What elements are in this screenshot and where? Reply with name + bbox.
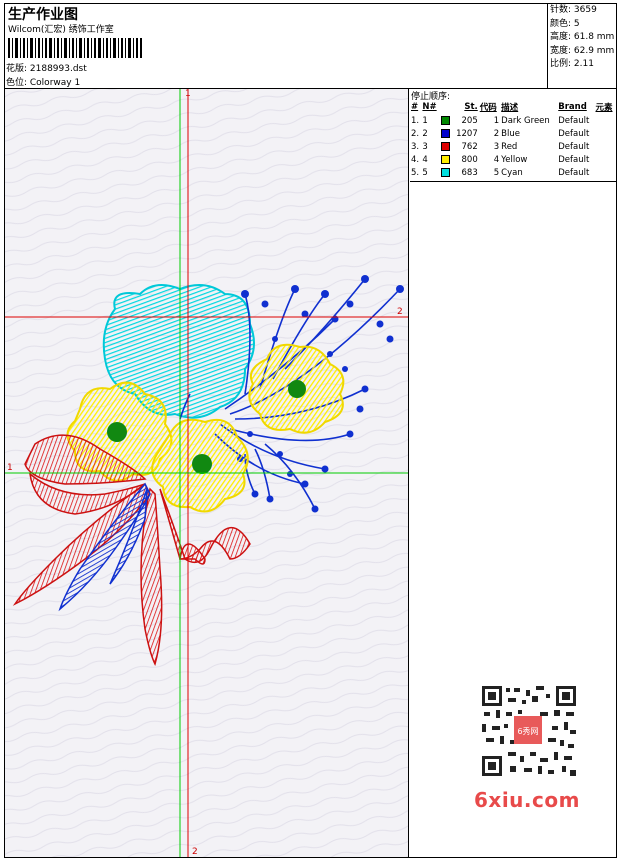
stop-sequence-box: 停止顺序: # N# St. 代码 描述 Brand 元素 1. 1 205 1 Dar… [410, 89, 616, 182]
pattern-name: 花版: 2188993.dst [6, 64, 87, 74]
color-swatch [440, 154, 450, 164]
col-swatch [440, 100, 452, 114]
row-brand: Default [558, 154, 590, 165]
company-name: Wilcom(汇宏) 绣饰工作室 [8, 25, 114, 35]
row-needle: 2 [422, 128, 428, 139]
row-swatch [440, 140, 452, 153]
row-needle: 3 [422, 141, 428, 152]
stats-panel: 针数: 3659 颜色: 5 高度: 61.8 mm 宽度: 62.9 mm 比… [547, 3, 616, 88]
row-description: Cyan [501, 167, 523, 178]
row-code: 1 [493, 115, 500, 126]
col-needle: N# [422, 102, 437, 112]
col-code: 代码 [479, 103, 497, 113]
row-brand: Default [558, 128, 590, 139]
row-description: Yellow [501, 154, 528, 165]
page-title: 生产作业图 [8, 7, 78, 23]
qr-badge-text: 6秀网 [517, 726, 538, 736]
col-index: # [411, 102, 419, 112]
row-element [595, 166, 617, 179]
color-swatch [440, 141, 450, 151]
col-brand: Brand [558, 102, 587, 112]
row-index: 3. [411, 141, 420, 152]
table-row: 4. 4 800 4 Yellow Default [410, 153, 616, 166]
row-code: 4 [493, 154, 500, 165]
table-row: 3. 3 762 3 Red Default [410, 140, 616, 153]
stitch-count: 针数: 3659 [550, 5, 597, 15]
row-swatch [440, 127, 452, 140]
axis-label-top: 1 [185, 89, 191, 99]
row-index: 5. [411, 167, 420, 178]
row-stitches: 683 [461, 167, 478, 178]
row-element [595, 127, 617, 140]
row-stitches: 205 [461, 115, 478, 126]
embroidery-design [5, 89, 408, 857]
color-swatch [440, 115, 450, 125]
col-stitches: St. [464, 102, 478, 112]
col-description: 描述 [501, 103, 519, 113]
watermark-site: 6xiu.com [474, 788, 580, 812]
design-height: 高度: 61.8 mm [550, 32, 615, 42]
row-index: 1. [411, 115, 420, 126]
row-brand: Default [558, 141, 590, 152]
color-count: 颜色: 5 [550, 18, 580, 29]
colorway-name: 色位: Colorway 1 [6, 78, 81, 88]
table-row: 5. 5 683 5 Cyan Default [410, 166, 616, 179]
row-code: 2 [493, 128, 500, 139]
row-description: Red [501, 141, 518, 152]
row-needle: 4 [422, 154, 428, 165]
color-swatch [440, 167, 450, 177]
row-swatch [440, 153, 452, 166]
stop-sequence-table: # N# St. 代码 描述 Brand 元素 1. 1 205 1 Dark Gree… [410, 100, 616, 179]
row-index: 2. [411, 128, 420, 139]
row-element [595, 114, 617, 127]
row-description: Dark Green [501, 115, 550, 126]
table-row: 1. 1 205 1 Dark Green Default [410, 114, 616, 127]
row-description: Blue [501, 128, 520, 139]
design-width: 宽度: 62.9 mm [550, 45, 615, 56]
table-header-row: # N# St. 代码 描述 Brand 元素 [410, 100, 616, 114]
row-code: 5 [493, 167, 500, 178]
row-stitches: 800 [461, 154, 478, 165]
table-row: 2. 2 1207 2 Blue Default [410, 127, 616, 140]
qr-code: 6秀网 [470, 680, 584, 780]
row-index: 4. [411, 154, 420, 165]
design-canvas[interactable]: 1 1 2 2 [5, 89, 409, 857]
row-swatch [440, 114, 452, 127]
color-swatch [440, 128, 450, 138]
col-element: 元素 [595, 103, 613, 113]
row-brand: Default [558, 115, 590, 126]
row-element [595, 140, 617, 153]
axis-label-bottom: 2 [192, 847, 198, 857]
row-stitches: 1207 [456, 128, 478, 139]
row-brand: Default [558, 167, 590, 178]
row-needle: 1 [422, 115, 428, 126]
barcode [8, 38, 142, 58]
row-stitches: 762 [461, 141, 478, 152]
row-swatch [440, 166, 452, 179]
axis-label-left: 1 [7, 463, 13, 473]
row-needle: 5 [422, 167, 428, 178]
scale-ratio: 比例: 2.11 [550, 59, 594, 69]
row-element [595, 153, 617, 166]
row-code: 3 [493, 141, 500, 152]
header: 生产作业图 Wilcom(汇宏) 绣饰工作室 花版: 2188993.dst 色… [4, 3, 617, 89]
axis-label-right: 2 [397, 307, 403, 317]
